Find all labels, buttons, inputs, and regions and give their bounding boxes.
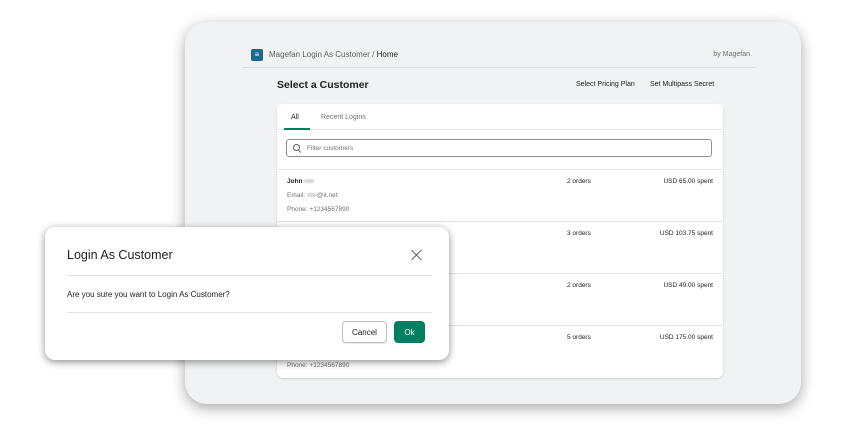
app-header: ≡ Magefan Login As Customer / Home by Ma… <box>243 42 756 68</box>
breadcrumb-current: Home <box>376 50 398 59</box>
divider <box>67 312 432 313</box>
customer-orders: 2 orders <box>567 282 591 289</box>
customer-email: Email: @it.net <box>287 192 338 199</box>
login-as-customer-modal: Login As Customer Are you sure you want … <box>45 227 449 360</box>
customer-orders: 2 orders <box>567 178 591 185</box>
customer-spent: USD 175.00 spent <box>659 334 713 341</box>
customer-spent: USD 65.00 spent <box>663 178 713 185</box>
cancel-button[interactable]: Cancel <box>342 321 387 343</box>
customer-row[interactable]: John Email: @it.net Phone: +1234567890 2… <box>277 169 723 221</box>
modal-title: Login As Customer <box>67 248 173 262</box>
set-multipass-secret-link[interactable]: Set Multipass Secret <box>650 81 714 88</box>
select-pricing-plan-link[interactable]: Select Pricing Plan <box>576 81 635 88</box>
customer-spent: USD 49.00 spent <box>663 282 713 289</box>
tab-recent-logins[interactable]: Recent Logins <box>321 114 366 121</box>
modal-message: Are you sure you want to Login As Custom… <box>67 290 230 299</box>
breadcrumb-parent[interactable]: Magefan Login As Customer <box>269 50 370 59</box>
close-icon[interactable] <box>409 247 425 263</box>
customer-spent: USD 103.75 spent <box>659 230 713 237</box>
search-box[interactable] <box>286 139 712 157</box>
customer-orders: 3 orders <box>567 230 591 237</box>
active-tab-indicator <box>284 128 310 130</box>
ok-button[interactable]: Ok <box>394 321 425 343</box>
app-logo-icon: ≡ <box>251 48 263 61</box>
tab-all[interactable]: All <box>291 114 299 121</box>
redacted-mark <box>306 193 317 198</box>
tabs: All Recent Logins <box>277 104 723 130</box>
breadcrumb: Magefan Login As Customer / Home <box>269 50 398 59</box>
search-icon <box>293 143 302 153</box>
divider <box>67 275 432 276</box>
page-title: Select a Customer <box>277 79 369 91</box>
customer-phone: Phone: +1234567890 <box>287 362 350 369</box>
redacted-mark <box>304 179 315 184</box>
customer-phone: Phone: +1234567890 <box>287 206 350 213</box>
breadcrumb-separator: / <box>369 50 377 59</box>
app-vendor: by Magefan <box>713 51 750 58</box>
customer-name: John <box>287 178 315 185</box>
customer-orders: 5 orders <box>567 334 591 341</box>
filter-customers-input[interactable] <box>307 144 687 152</box>
